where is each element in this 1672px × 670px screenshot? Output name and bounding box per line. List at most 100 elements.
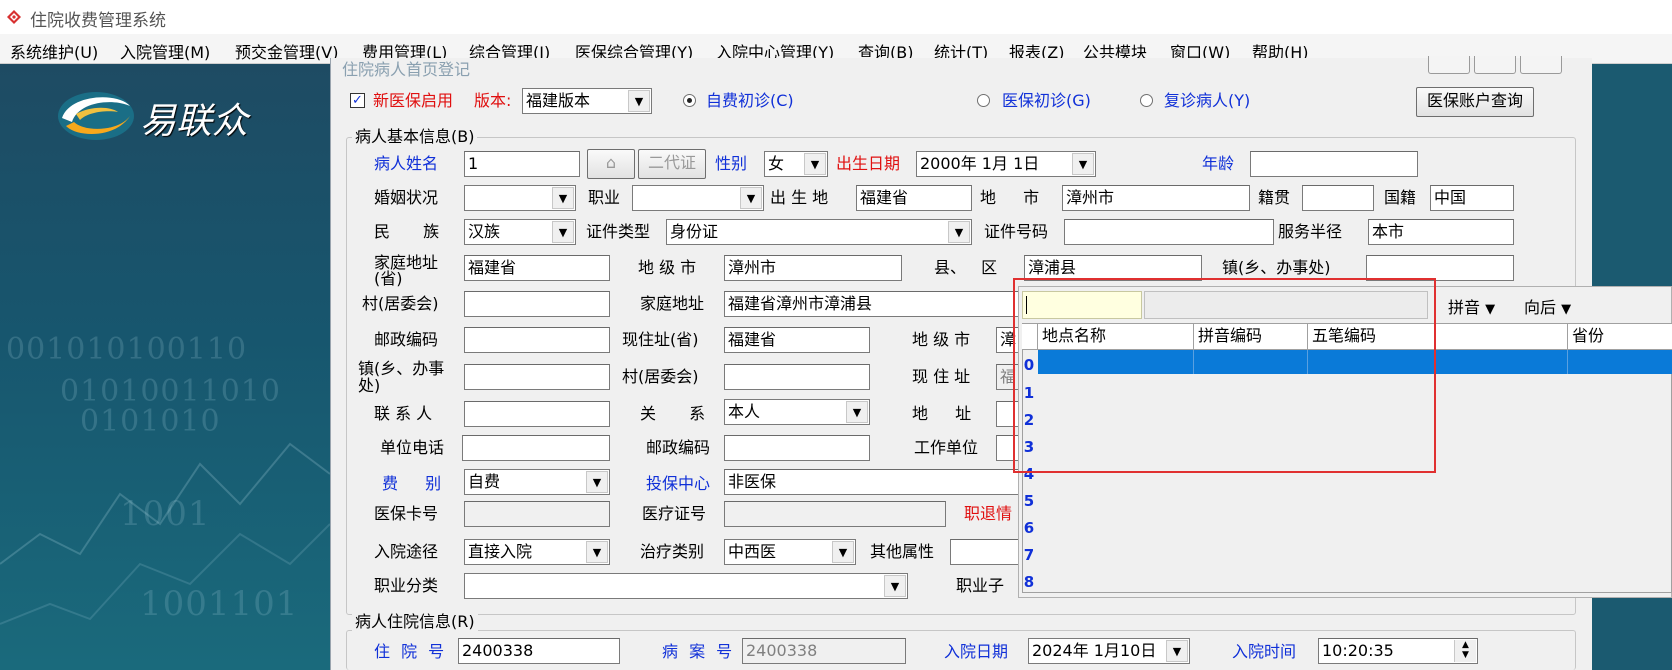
fee-select[interactable]: 自费 ▼ — [464, 469, 610, 495]
gender-label: 性别 — [715, 154, 748, 173]
radio-self-pay-label[interactable]: 自费初诊(C) — [706, 91, 794, 111]
treat-select[interactable]: 中西医 ▼ — [724, 539, 856, 565]
new-insurance-checkbox[interactable]: ✓ — [350, 93, 365, 108]
current-town-input[interactable] — [464, 364, 610, 390]
row-number: 6 — [1023, 519, 1035, 537]
current-village-input[interactable] — [724, 364, 870, 390]
radio-insurance[interactable] — [977, 94, 990, 107]
refund-label: 职退情 — [964, 504, 1013, 523]
birthplace-province-input[interactable]: 福建省 — [856, 185, 972, 211]
close-button[interactable] — [1520, 56, 1562, 74]
gender-select[interactable]: 女 ▼ — [764, 151, 828, 177]
column-header-province[interactable]: 省份 — [1568, 324, 1672, 350]
medcert-input[interactable] — [724, 501, 946, 527]
selected-row-cell[interactable] — [1568, 350, 1672, 374]
jobclass-label: 职业分类 — [374, 576, 439, 595]
native-input[interactable] — [1302, 185, 1374, 211]
name-label: 病人姓名 — [374, 154, 439, 173]
caret-down-icon: ▼ — [1561, 302, 1572, 317]
insure-center-input[interactable]: 非医保 — [724, 469, 1020, 495]
current-village-label: 村(居委会) — [622, 367, 699, 386]
idtype-select[interactable]: 身份证 ▼ — [666, 219, 972, 245]
postcode2-input[interactable] — [724, 435, 870, 461]
radius-input[interactable]: 本市 — [1368, 219, 1514, 245]
admission-time-label: 入院时间 — [1232, 642, 1297, 661]
age-input[interactable] — [1250, 151, 1418, 177]
radio-insurance-label[interactable]: 医保初诊(G) — [1002, 91, 1091, 111]
birth-label: 出生日期 — [836, 154, 901, 173]
admission-time-input[interactable]: 10:20:35 ▲ ▼ — [1318, 638, 1478, 664]
card-input[interactable] — [464, 501, 610, 527]
relation-label: 关 系 — [640, 404, 706, 423]
home-city-label: 地 级 市 — [638, 258, 697, 277]
contact-label: 联 系 人 — [374, 404, 433, 423]
radio-return-label[interactable]: 复诊病人(Y) — [1164, 91, 1250, 111]
village-input[interactable] — [464, 291, 610, 317]
caret-down-icon: ▼ — [1485, 302, 1496, 317]
direction-label: 向后 — [1524, 298, 1557, 317]
postcode-label: 邮政编码 — [374, 330, 439, 349]
case-no-label: 病 案 号 — [662, 642, 733, 661]
menu-system-maintenance[interactable]: 系统维护(U) — [8, 38, 100, 64]
menu-admission[interactable]: 入院管理(M) — [118, 38, 212, 64]
workplace-label: 工作单位 — [914, 438, 979, 457]
hospital-no-input[interactable]: 2400338 — [458, 638, 620, 664]
case-no-input[interactable]: 2400338 — [742, 638, 906, 664]
chevron-down-icon: ▼ — [948, 221, 970, 243]
treat-value: 中西医 — [728, 542, 777, 561]
idno-input[interactable] — [1064, 219, 1274, 245]
radius-label: 服务半径 — [1278, 222, 1343, 241]
home-city-input[interactable]: 漳州市 — [724, 255, 902, 281]
menu-deposit[interactable]: 预交金管理(V) — [233, 38, 340, 64]
maximize-button[interactable] — [1474, 56, 1516, 74]
row-number: 5 — [1023, 492, 1035, 510]
job-select[interactable]: ▼ — [632, 185, 764, 211]
birth-value: 2000年 1月 1日 — [920, 154, 1040, 173]
idtype-label: 证件类型 — [586, 222, 651, 241]
radio-return[interactable] — [1140, 94, 1153, 107]
direction-dropdown[interactable]: 向后 ▼ — [1524, 294, 1571, 318]
pinyin-dropdown[interactable]: 拼音 ▼ — [1448, 294, 1495, 318]
marital-select[interactable]: ▼ — [464, 185, 576, 211]
contact-input[interactable] — [464, 401, 610, 427]
account-query-button[interactable]: 医保账户查询 — [1416, 87, 1534, 117]
current-province-label: 现住址(省) — [622, 330, 699, 349]
relation-select[interactable]: 本人 ▼ — [724, 399, 870, 425]
chart-lines-decoration — [0, 442, 330, 625]
other-input[interactable] — [950, 539, 1020, 565]
postcode-input[interactable] — [464, 327, 610, 353]
route-select[interactable]: 直接入院 ▼ — [464, 539, 610, 565]
window-title: 住院收费管理系统 — [30, 11, 166, 31]
birth-date-picker[interactable]: 2000年 1月 1日 ▼ — [916, 151, 1096, 177]
current-province-input[interactable]: 福建省 — [724, 327, 870, 353]
admission-date-value: 2024年 1月10日 — [1032, 641, 1157, 660]
unit-phone-input[interactable] — [462, 435, 610, 461]
app-icon — [6, 9, 22, 25]
radio-self-pay[interactable] — [683, 94, 696, 107]
fee-label: 费 别 — [382, 474, 442, 493]
home-address-input[interactable]: 福建省漳州市漳浦县 — [724, 291, 1020, 317]
nationality-label: 国籍 — [1384, 188, 1417, 207]
card-read-button[interactable]: ⌂ — [587, 149, 635, 179]
fee-value: 自费 — [468, 472, 501, 491]
nationality-input[interactable]: 中国 — [1430, 185, 1514, 211]
admission-date-picker[interactable]: 2024年 1月10日 ▼ — [1028, 638, 1190, 664]
tag-icon: ⌂ — [605, 153, 617, 172]
id2-button[interactable]: 二代证 — [638, 149, 706, 179]
ethnic-label: 民 族 — [374, 222, 440, 241]
jobclass-select[interactable]: ▼ — [464, 573, 908, 599]
home-province-input[interactable]: 福建省 — [464, 255, 610, 281]
version-label: 版本: — [474, 91, 512, 110]
minimize-button[interactable] — [1428, 56, 1470, 74]
ethnic-select[interactable]: 汉族 ▼ — [464, 219, 576, 245]
chevron-down-icon: ▼ — [804, 153, 826, 175]
admission-time-value: 10:20:35 — [1322, 641, 1394, 660]
chevron-down-icon: ▼ — [846, 401, 868, 423]
birthplace-city-label: 地 市 — [980, 188, 1040, 207]
marital-label: 婚姻状况 — [374, 188, 439, 207]
name-input[interactable]: 1 — [464, 151, 580, 177]
chevron-down-icon: ▼ — [1166, 640, 1188, 662]
version-select[interactable]: 福建版本 ▼ — [522, 88, 652, 114]
birthplace-city-input[interactable]: 漳州市 — [1062, 185, 1250, 211]
time-spinner-icon[interactable]: ▲ ▼ — [1454, 640, 1476, 662]
